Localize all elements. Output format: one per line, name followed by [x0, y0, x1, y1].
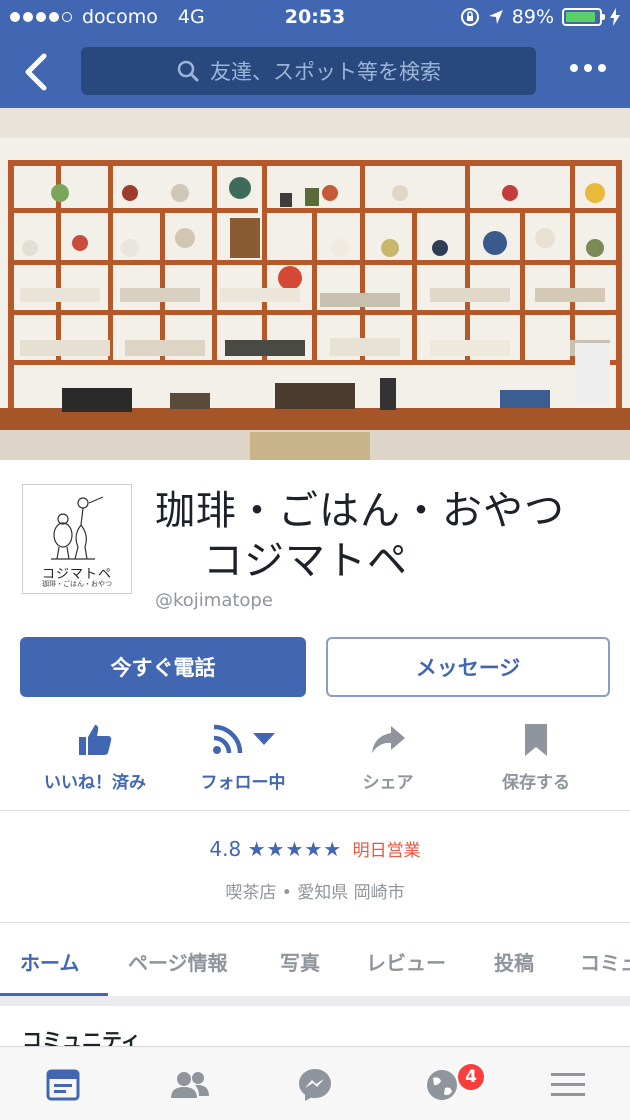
- search-icon: [177, 60, 199, 82]
- message-button[interactable]: メッセージ: [326, 637, 610, 697]
- friends-icon: [171, 1072, 209, 1098]
- messenger-icon: [299, 1069, 331, 1101]
- page-actions-row: いいね！済み フォロー中 シェア 保存する: [0, 718, 630, 810]
- rss-icon: [213, 724, 243, 754]
- follow-button[interactable]: フォロー中: [168, 718, 318, 793]
- page-title-line1: 珈琲・ごはん・おやつ: [155, 488, 565, 534]
- share-button[interactable]: シェア: [313, 718, 463, 793]
- page-handle: @kojimatope: [155, 590, 273, 611]
- carrier-label: docomo: [82, 6, 158, 28]
- open-status: 明日営業: [352, 841, 421, 861]
- network-label: 4G: [177, 6, 205, 28]
- share-label: シェア: [362, 773, 414, 793]
- divider: [0, 810, 630, 811]
- cover-photo[interactable]: [0, 108, 630, 460]
- follow-label: フォロー中: [200, 773, 286, 793]
- menu-icon: [551, 1073, 585, 1096]
- save-label: 保存する: [502, 773, 570, 793]
- call-now-button[interactable]: 今すぐ電話: [20, 637, 306, 697]
- battery-icon: [562, 8, 605, 26]
- rating-row[interactable]: 4.8 ★★★★★ 明日営業: [0, 836, 630, 861]
- thumbs-up-icon: [79, 725, 112, 755]
- friends-tab[interactable]: [168, 1065, 212, 1105]
- page-tabs: ホーム ページ情報 写真 レビュー 投稿 コミュ: [0, 922, 630, 998]
- search-input[interactable]: 友達、スポット等を検索: [81, 47, 536, 95]
- category-label: 喫茶店: [225, 883, 277, 903]
- back-button[interactable]: [18, 50, 58, 94]
- more-options-button[interactable]: [570, 64, 606, 72]
- messenger-tab[interactable]: [293, 1065, 337, 1105]
- location-arrow-icon: [488, 10, 503, 24]
- rating-stars-icon: ★★★★★: [247, 837, 343, 861]
- share-arrow-icon: [372, 726, 405, 753]
- tab-photos[interactable]: 写真: [280, 947, 320, 976]
- page-title-line2: コジマトペ: [203, 538, 408, 584]
- notification-badge: 4: [456, 1062, 486, 1092]
- rating-score: 4.8: [209, 837, 242, 861]
- news-feed-tab[interactable]: [41, 1065, 85, 1105]
- cover-photo-shelves-image: [0, 108, 630, 460]
- signal-icon: [10, 12, 72, 22]
- tab-home[interactable]: ホーム: [20, 947, 79, 976]
- battery-percent: 89%: [511, 6, 554, 28]
- like-label: いいね！済み: [44, 773, 146, 793]
- tab-reviews[interactable]: レビュー: [366, 947, 446, 976]
- bottom-navigation: [0, 1046, 630, 1120]
- top-bar: docomo 4G 20:53 89% 友達、スポット等を検索: [0, 0, 630, 108]
- bullet-separator: •: [281, 883, 298, 903]
- chevron-left-icon: [25, 53, 47, 91]
- tab-community[interactable]: コミュ: [580, 947, 630, 976]
- save-button[interactable]: 保存する: [461, 718, 611, 793]
- location-label: 愛知県 岡崎市: [297, 883, 405, 903]
- page-profile-picture[interactable]: コジマトペ 珈琲・ごはん・おやつ: [22, 484, 132, 594]
- menu-tab[interactable]: [546, 1065, 590, 1105]
- globe-icon: [427, 1070, 457, 1100]
- tab-posts[interactable]: 投稿: [494, 947, 534, 976]
- tab-about[interactable]: ページ情報: [128, 947, 228, 976]
- bookmark-icon: [525, 724, 547, 756]
- caret-down-icon: [253, 733, 275, 745]
- page-title: 珈琲・ごはん・おやつ コジマトペ: [155, 486, 615, 586]
- status-bar: docomo 4G 20:53 89%: [0, 0, 630, 36]
- rotation-lock-icon: [460, 8, 479, 26]
- news-feed-icon: [46, 1069, 80, 1101]
- charging-icon: [610, 8, 620, 26]
- search-placeholder: 友達、スポット等を検索: [210, 60, 441, 84]
- category-location: 喫茶店 • 愛知県 岡崎市: [0, 878, 630, 903]
- logo-subtext: 珈琲・ごはん・おやつ: [42, 580, 112, 588]
- like-button[interactable]: いいね！済み: [20, 718, 170, 793]
- section-separator: [0, 996, 630, 1006]
